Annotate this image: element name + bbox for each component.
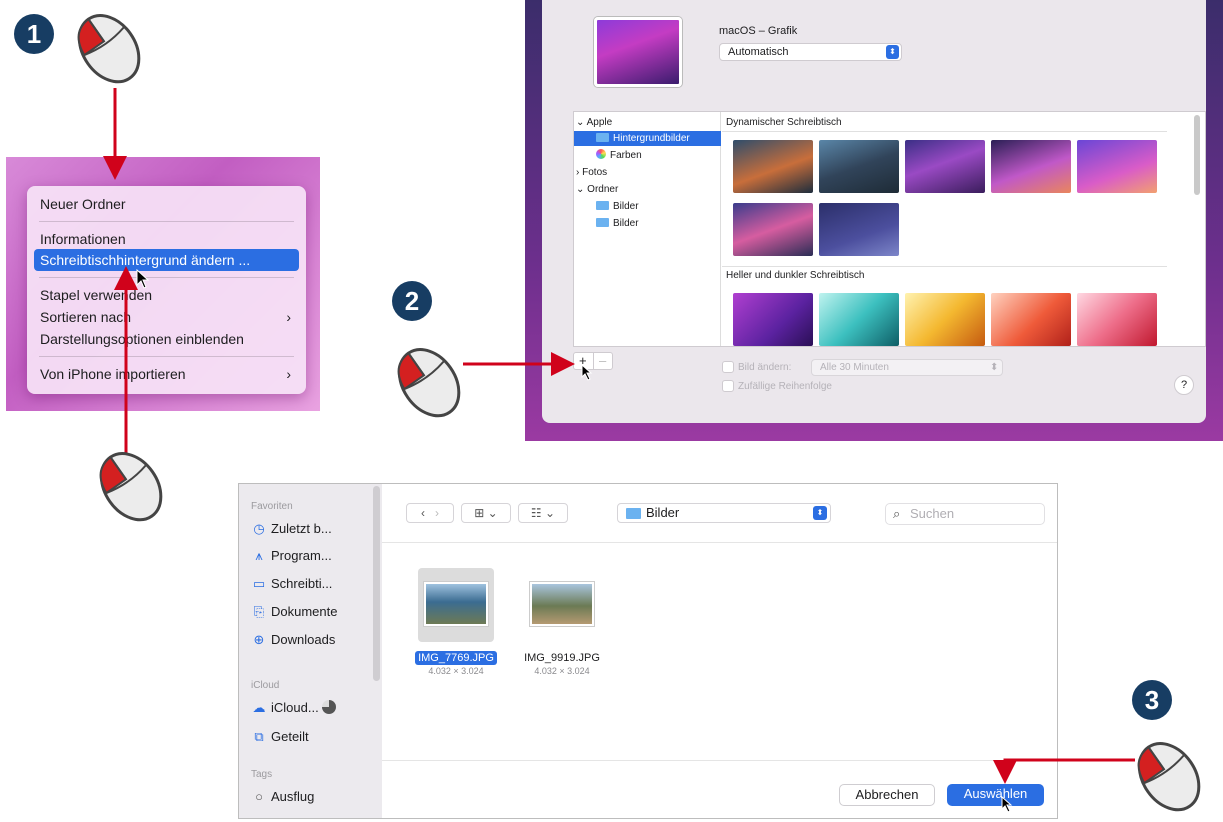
mouse-icon — [397, 348, 461, 418]
mouse-icon — [99, 452, 163, 522]
mouse-icon — [77, 14, 141, 84]
tutorial-composite: Neuer Ordner Informationen Schreibtischh… — [0, 0, 1223, 822]
step-badge-3: 3 — [1132, 680, 1172, 720]
annotation-arrows — [103, 88, 1135, 784]
arrow-step3 — [993, 758, 1135, 784]
step-badge-1: 1 — [14, 14, 54, 54]
mouse-icon — [1137, 742, 1201, 812]
step-badge-2: 2 — [392, 281, 432, 321]
